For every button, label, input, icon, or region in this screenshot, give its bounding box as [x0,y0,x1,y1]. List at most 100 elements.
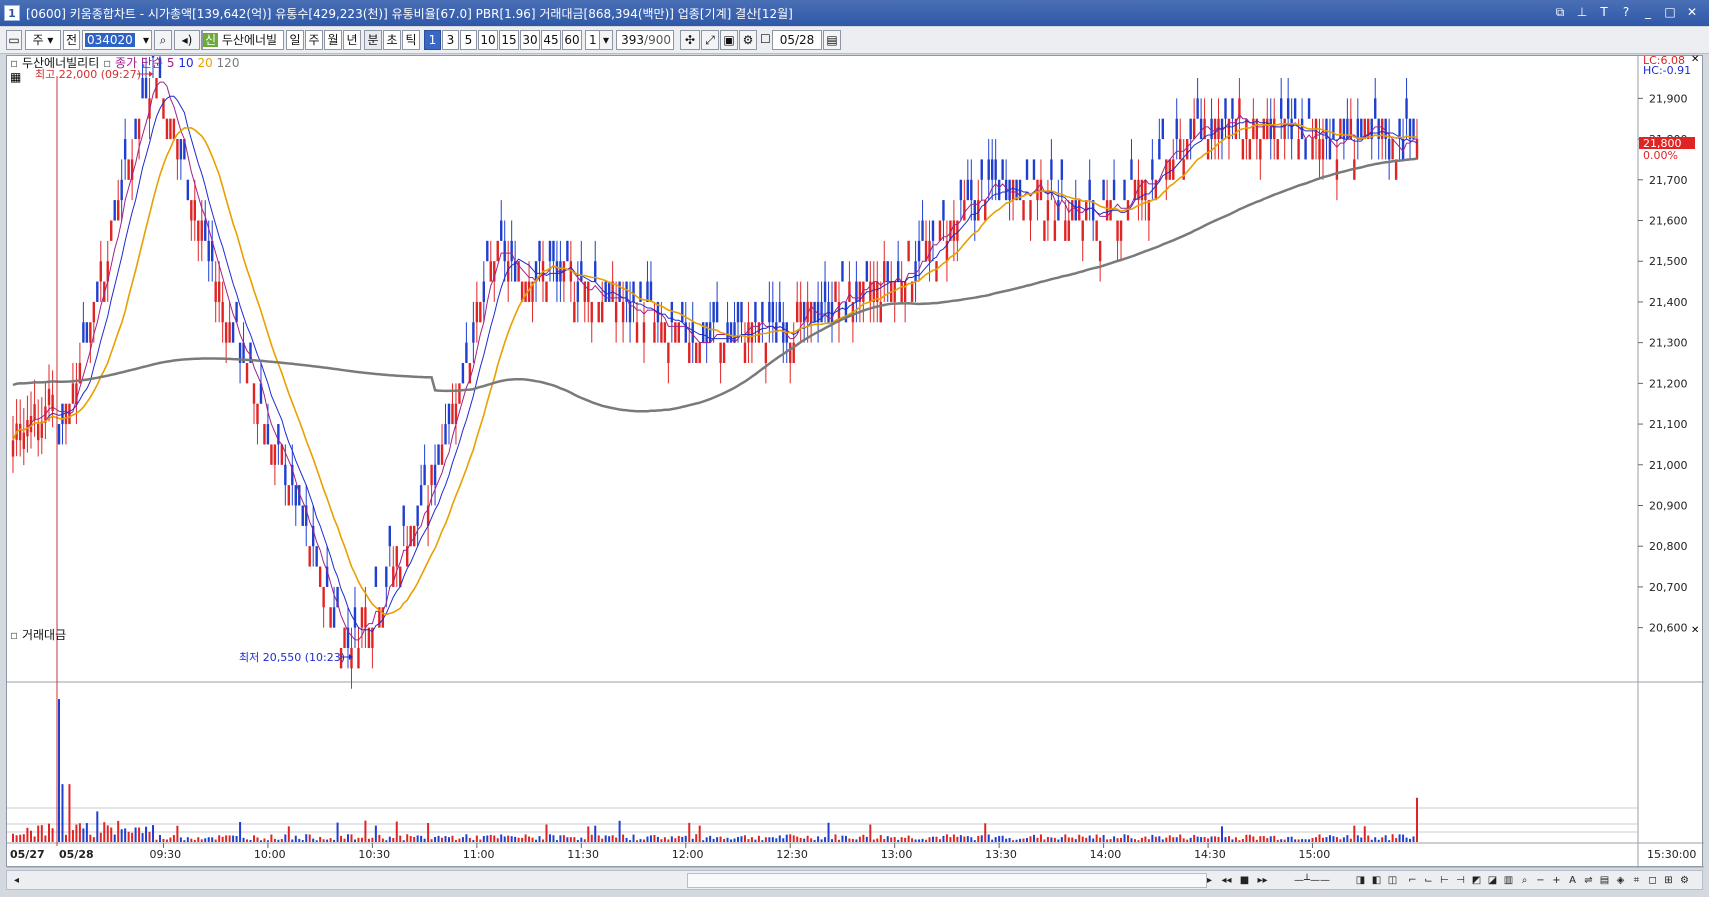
text-tool-icon[interactable]: A [1565,873,1580,888]
stock-code-input[interactable]: 034020 ▾ [82,30,152,50]
candle-body [768,301,771,323]
date-checkbox[interactable]: ☐ [760,30,771,50]
scroll-right-icon[interactable]: ▸ [1202,873,1217,888]
chart-scrollbar[interactable]: ◂ ▸ ◂◂ ■ ▸▸ —┴—— ◨ ◧ ◫ ⌐ ⌙ ⊢ ⊣ ◩ ◪ ▥ ⌕ −… [6,870,1703,890]
speed-slider[interactable]: —┴—— [1277,873,1347,888]
tool-icon-m[interactable]: ◈ [1613,873,1628,888]
candle-body [764,342,768,363]
play-back-icon[interactable]: ◂◂ [1219,873,1234,888]
period-day-button[interactable]: 일 [286,30,304,50]
chart-toolbar: ▭ 주 ▾ 전 034020 ▾ ⌕ ◂) ▦ 신 두산에너빌 일 주 월 년 … [0,27,1709,54]
stock-name-field[interactable]: 신 두산에너빌 [202,30,284,50]
tool-icon-i[interactable]: ◪ [1485,873,1500,888]
scroll-thumb[interactable] [687,873,1207,888]
tool-icon-d[interactable]: ⌐ [1405,873,1420,888]
tool-icon-n[interactable]: ⌗ [1629,873,1644,888]
settings-icon[interactable]: ⚙ [1677,873,1692,888]
tool-icon-e[interactable]: ⌙ [1421,873,1436,888]
calendar-icon[interactable]: ▤ [823,30,841,50]
interval-button[interactable]: 5 [460,30,477,50]
candle-body [1001,159,1004,180]
interval-button[interactable]: 60 [562,30,582,50]
candle-body [1224,98,1227,119]
interval-button[interactable]: 30 [520,30,540,50]
period-minute-button[interactable]: 분 [364,30,382,50]
tool-icon-a[interactable]: ◨ [1353,873,1368,888]
tool-icon-k[interactable]: ⇌ [1581,873,1596,888]
restore-icon[interactable]: ⧉ [1551,3,1569,21]
tool-icon-o[interactable]: ◻ [1645,873,1660,888]
candle-body [500,220,503,241]
search-icon[interactable]: ⌕ [154,30,172,50]
settings-gear-icon[interactable]: ⚙ [739,30,757,50]
zoom-out-icon[interactable]: − [1533,873,1548,888]
period-month-button[interactable]: 월 [324,30,342,50]
date-input[interactable]: 05/28 [772,30,822,50]
tool-icon-p[interactable]: ⊞ [1661,873,1676,888]
save-icon[interactable]: ▣ [720,30,738,50]
zoom-search-icon[interactable]: ⌕ [1517,873,1532,888]
count-field[interactable]: 393/900 [616,30,674,50]
volume-bar [1395,838,1398,842]
maximize-icon[interactable]: □ [1661,3,1679,21]
period-second-button[interactable]: 초 [383,30,401,50]
volume-bar [1085,837,1088,842]
volume-panel-close-icon[interactable]: ✕ [1691,625,1699,636]
candle-body [614,301,618,323]
candle-body [1318,139,1321,160]
zoom-in-icon[interactable]: + [1549,873,1564,888]
candle-body [1105,200,1109,221]
volume-bar [30,830,32,842]
font-icon[interactable]: T [1595,3,1613,21]
chart-area[interactable]: 21,90021,80021,70021,60021,50021,40021,3… [6,54,1704,868]
time-tick-label: 12:30 [776,848,808,861]
volume-bar [820,839,823,842]
play-forward-icon[interactable]: ▸▸ [1255,873,1270,888]
period-year-button[interactable]: 년 [343,30,361,50]
help-icon[interactable]: ? [1617,3,1635,21]
scroll-left-icon[interactable]: ◂ [9,873,24,888]
tool-icon-j[interactable]: ▥ [1501,873,1516,888]
tool-icon-l[interactable]: ▤ [1597,873,1612,888]
minimize-icon[interactable]: _ [1639,3,1657,21]
scope-button[interactable]: 전 [63,30,80,50]
interval-button[interactable]: 1 [424,30,441,50]
app-number-icon[interactable]: 1 [4,5,20,21]
interval-button[interactable]: 10 [478,30,498,50]
close-icon[interactable]: ✕ [1683,3,1701,21]
tool-icon-h[interactable]: ◩ [1469,873,1484,888]
period-week-button[interactable]: 주 [305,30,323,50]
indicator-icon[interactable]: ✣ [680,30,700,50]
grid-toggle-icon[interactable]: ▦ [10,70,21,84]
stop-icon[interactable]: ■ [1237,873,1252,888]
tool-icon-g[interactable]: ⊣ [1453,873,1468,888]
candle-body [266,424,270,445]
interval-button[interactable]: 3 [442,30,459,50]
panel-collapse-icon[interactable]: ▫ [10,56,18,70]
panel-close-icon[interactable]: ✕ [1691,54,1699,65]
layout-icon[interactable]: ▭ [6,30,22,50]
chart-canvas[interactable]: 21,90021,80021,70021,60021,50021,40021,3… [7,56,1704,868]
ma-label[interactable]: 종가 단순 [115,56,163,70]
volume-bar [726,837,729,842]
volume-bar [33,836,36,842]
volume-bar [165,839,168,842]
interval-button[interactable]: 15 [499,30,519,50]
draw-icon[interactable]: ⤢ [701,30,719,50]
volume-bar [1001,835,1004,842]
volume-bar [315,840,318,842]
sound-icon[interactable]: ◂) [174,30,200,50]
tool-icon-b[interactable]: ◧ [1369,873,1384,888]
pin-icon[interactable]: ⊥ [1573,3,1591,21]
tool-icon-c[interactable]: ◫ [1385,873,1400,888]
market-select[interactable]: 주 ▾ [25,30,61,50]
custom-interval-dropdown-icon[interactable]: ▾ [599,30,613,50]
volume-bar [409,836,412,842]
candle-body [865,261,869,282]
candle-body [1405,98,1408,119]
interval-button[interactable]: 45 [541,30,561,50]
period-tick-button[interactable]: 틱 [402,30,420,50]
volume-label[interactable]: 거래대금 [22,628,66,642]
tool-icon-f[interactable]: ⊢ [1437,873,1452,888]
stock-label[interactable]: 두산에너빌리티 [22,56,99,70]
